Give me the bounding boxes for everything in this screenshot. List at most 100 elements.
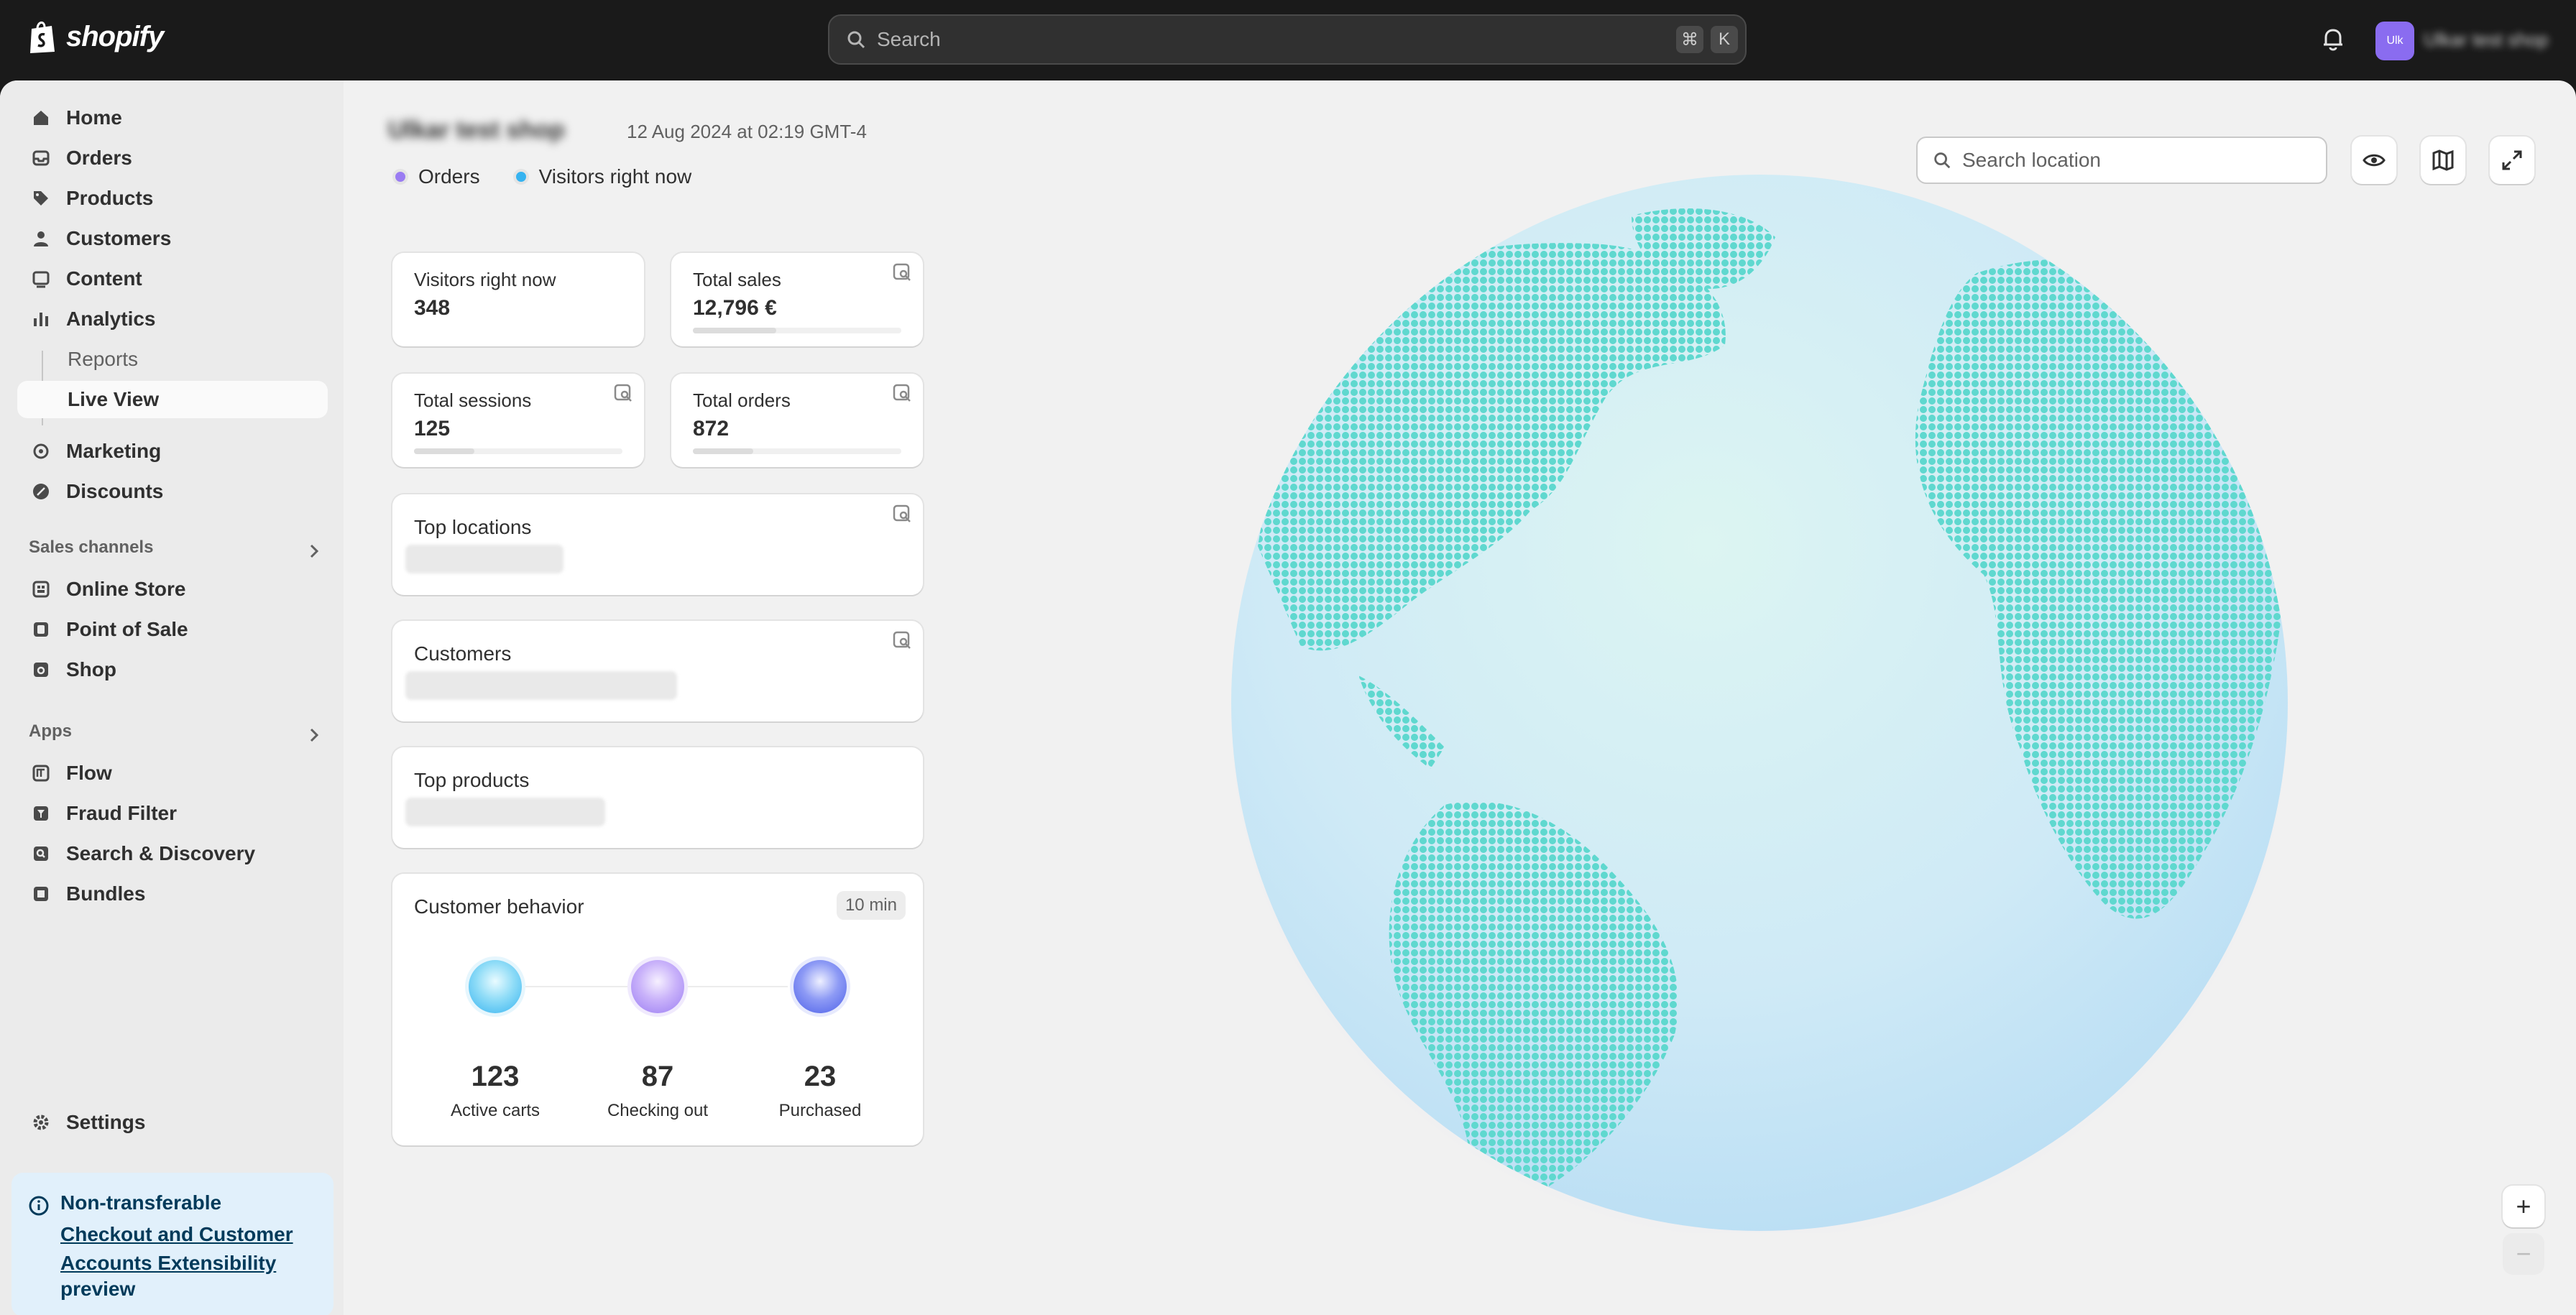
visitors-card[interactable]: Visitors right now 348 [392,253,644,346]
nav-customers[interactable]: Customers [17,220,328,257]
map-view-button[interactable] [2421,137,2465,184]
search-icon [1934,152,1951,169]
pos-icon [30,619,52,640]
info-icon [29,1196,49,1216]
visitors-legend-label: Visitors right now [538,165,692,188]
notice-title: Non-transferable [60,1191,222,1214]
total-orders-value: 872 [693,417,730,440]
map-legend: Orders Visitors right now [392,165,691,188]
top-bar: shopify Search ⌘ K Ulk Ulkar test shop [0,0,2576,80]
bell-icon[interactable] [2319,24,2347,53]
report-icon[interactable] [612,382,634,404]
top-locations-card[interactable]: Top locations [392,494,923,595]
nav-bundles-label: Bundles [66,882,146,905]
nav-settings-label: Settings [66,1111,146,1133]
filter-icon [30,803,52,824]
nav-home[interactable]: Home [17,99,328,137]
purchased-label: Purchased [778,1101,862,1120]
nav-shop-label: Shop [66,658,116,680]
store-icon [30,578,52,600]
nav-orders[interactable]: Orders [17,139,328,177]
nav-search-discovery[interactable]: Search & Discovery [17,835,328,872]
total-sessions-label: Total sessions [414,389,532,411]
map-icon [2432,149,2454,171]
report-icon[interactable] [891,503,913,525]
total-sessions-bar [414,448,622,454]
apps-heading: Apps [29,721,72,741]
total-sessions-value: 125 [414,417,451,440]
nav-marketing[interactable]: Marketing [17,433,328,470]
checking-out-label: Checking out [607,1101,709,1120]
report-icon[interactable] [891,262,913,283]
non-transferable-notice: Non-transferable Checkout and Customer A… [12,1173,334,1315]
nav-search-discovery-label: Search & Discovery [66,842,256,864]
location-search[interactable]: Search location [1916,137,2327,184]
loading-placeholder [405,545,564,573]
fullscreen-button[interactable] [2490,137,2534,184]
nav-fraud-filter[interactable]: Fraud Filter [17,795,328,832]
search-placeholder: Search [877,28,941,50]
nav-content-label: Content [66,267,142,290]
purchased-indicator [794,960,847,1013]
nav-live-view[interactable]: Live View [17,381,328,418]
globe-map[interactable] [1229,172,2290,1233]
search-app-icon [30,843,52,864]
global-search[interactable]: Search ⌘ K [828,14,1747,65]
report-icon[interactable] [891,629,913,651]
customer-behavior-card: Customer behavior 10 min 123 Active cart… [392,874,923,1145]
report-icon[interactable] [891,382,913,404]
nav-bundles[interactable]: Bundles [17,875,328,913]
discount-icon [30,481,52,502]
nav-fraud-filter-label: Fraud Filter [66,802,178,824]
shortcut-cmd: ⌘ [1676,26,1703,53]
customer-behavior-title: Customer behavior [414,895,584,918]
orders-legend-dot [392,169,408,185]
nav-point-of-sale[interactable]: Point of Sale [17,611,328,648]
chevron-right-icon[interactable] [305,542,323,560]
nav-point-of-sale-label: Point of Sale [66,618,188,640]
shortcut-k: K [1711,26,1738,53]
app-frame: Home Orders Products Customers Content A… [0,80,2576,1315]
image-icon [30,268,52,290]
nav-flow[interactable]: Flow [17,755,328,792]
loading-placeholder [405,798,605,826]
notice-link[interactable]: Checkout and Customer Accounts Extensibi… [60,1220,334,1278]
total-orders-card[interactable]: Total orders 872 [671,374,923,467]
person-icon [30,228,52,249]
bar-chart-icon [30,308,52,330]
nav-discounts[interactable]: Discounts [17,473,328,510]
nav-online-store[interactable]: Online Store [17,571,328,608]
shopify-logo[interactable]: shopify [27,19,164,55]
customers-card[interactable]: Customers [392,621,923,721]
eye-icon [2363,154,2386,167]
total-sessions-card[interactable]: Total sessions 125 [392,374,644,467]
nav-settings[interactable]: Settings [17,1104,328,1141]
nav-shop[interactable]: Shop [17,651,328,688]
live-view-main: Ulkar test shop 12 Aug 2024 at 02:19 GMT… [344,80,2576,1315]
chevron-right-icon[interactable] [305,726,323,744]
total-sales-value: 12,796 € [693,296,777,320]
nav-content[interactable]: Content [17,260,328,297]
inbox-icon [30,147,52,169]
zoom-in-button[interactable]: + [2503,1186,2544,1227]
top-locations-title: Top locations [414,516,532,538]
total-sales-card[interactable]: Total sales 12,796 € [671,253,923,346]
visitors-label: Visitors right now [414,269,556,290]
nav-customers-label: Customers [66,227,172,249]
nav-reports[interactable]: Reports [17,341,328,378]
bundles-icon [30,883,52,905]
nav-analytics[interactable]: Analytics [17,300,328,338]
total-sales-bar-fill [693,328,776,333]
avatar[interactable]: Ulk [2375,22,2414,60]
target-icon [30,440,52,462]
top-products-card[interactable]: Top products [392,747,923,848]
visibility-button[interactable] [2352,137,2396,184]
loading-placeholder [405,671,677,700]
account-name[interactable]: Ulkar test shop [2424,29,2548,51]
checking-out-indicator [631,960,684,1013]
nav-products[interactable]: Products [17,180,328,217]
nav-live-view-label: Live View [68,388,160,410]
total-orders-bar-fill [693,448,754,454]
zoom-out-button[interactable]: − [2503,1233,2544,1275]
notice-tail: preview [60,1278,136,1300]
